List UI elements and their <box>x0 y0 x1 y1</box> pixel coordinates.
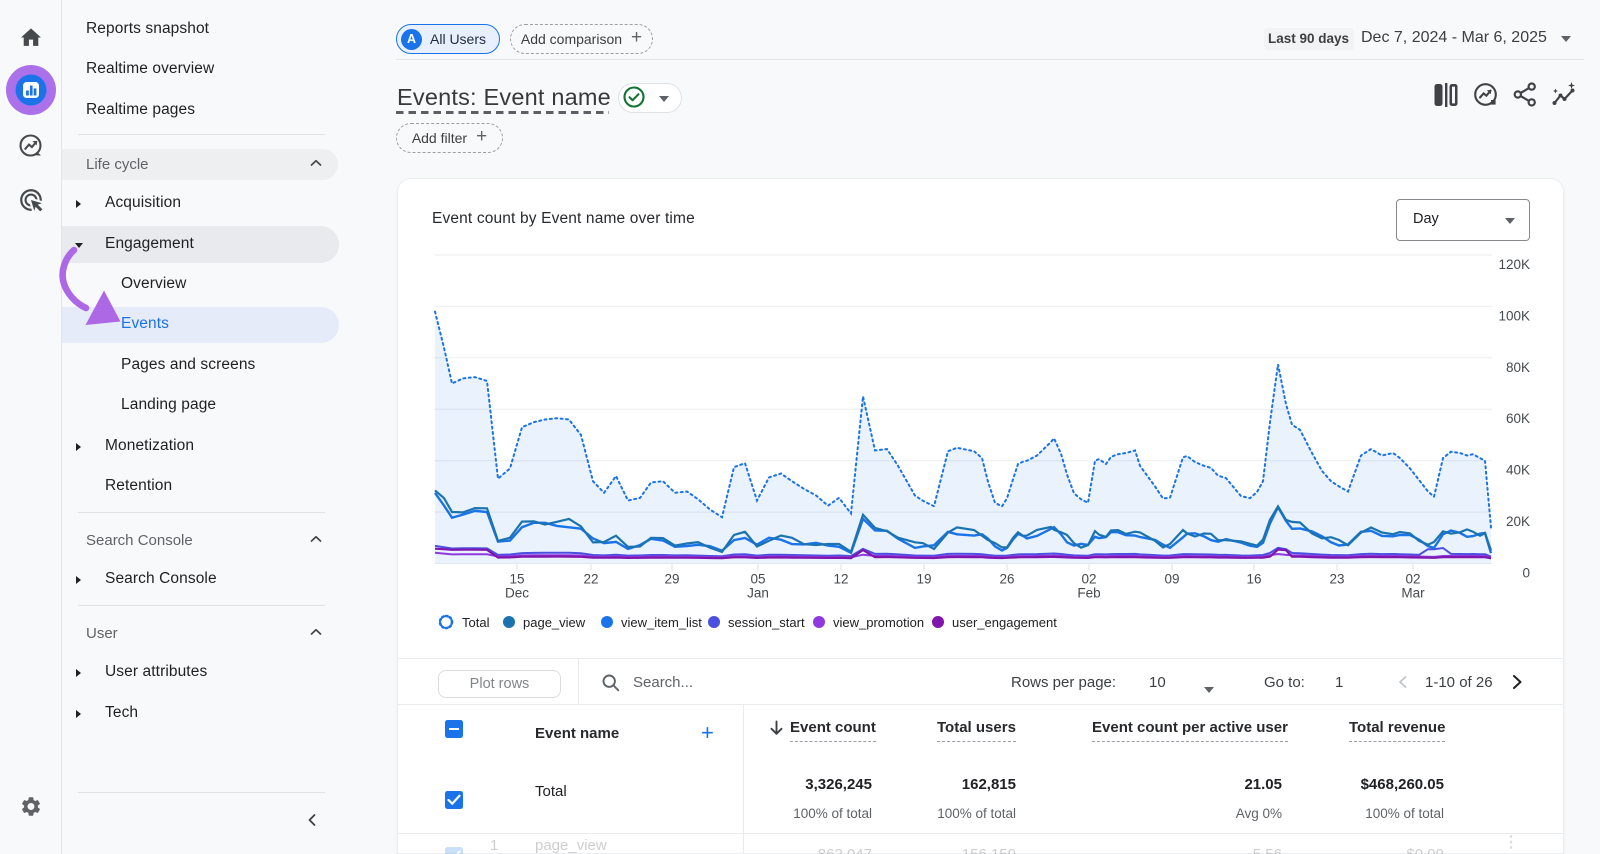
svg-text:29: 29 <box>664 572 679 587</box>
svg-text:20K: 20K <box>1506 514 1530 529</box>
svg-text:Mar: Mar <box>1401 586 1425 601</box>
svg-text:05: 05 <box>750 572 765 587</box>
svg-text:22: 22 <box>583 572 598 587</box>
svg-text:Jan: Jan <box>747 586 769 601</box>
svg-text:15: 15 <box>509 572 524 587</box>
svg-text:60K: 60K <box>1506 411 1530 426</box>
svg-text:02: 02 <box>1405 572 1420 587</box>
svg-text:Feb: Feb <box>1077 586 1100 601</box>
svg-text:09: 09 <box>1164 572 1179 587</box>
svg-text:120K: 120K <box>1498 257 1530 272</box>
svg-text:16: 16 <box>1246 572 1261 587</box>
svg-text:0: 0 <box>1522 566 1530 581</box>
svg-text:23: 23 <box>1329 572 1344 587</box>
svg-text:19: 19 <box>916 572 931 587</box>
svg-text:12: 12 <box>833 572 848 587</box>
svg-text:Dec: Dec <box>505 586 529 601</box>
svg-text:40K: 40K <box>1506 463 1530 478</box>
svg-text:02: 02 <box>1081 572 1096 587</box>
svg-text:100K: 100K <box>1498 308 1530 323</box>
svg-text:80K: 80K <box>1506 360 1530 375</box>
svg-text:26: 26 <box>999 572 1014 587</box>
